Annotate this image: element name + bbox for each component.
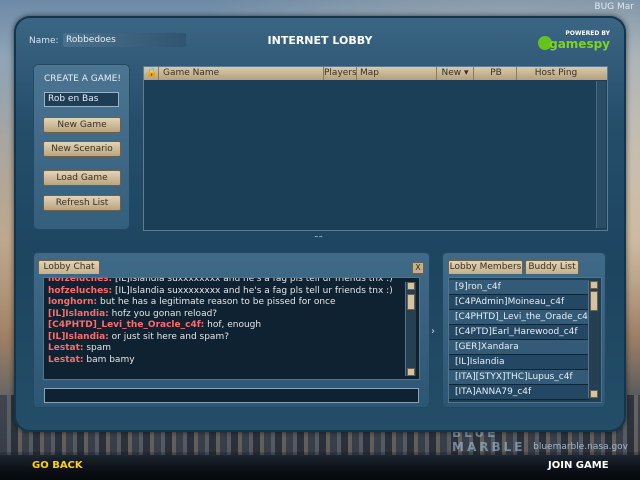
chat-message: longhorn: but he has a legitimate reason…: [48, 297, 336, 307]
lock-icon[interactable]: 🔒: [146, 67, 159, 80]
chat-nick: Lestat:: [48, 354, 84, 365]
join-game-button[interactable]: JOIN GAME: [548, 460, 609, 471]
load-game-button[interactable]: Load Game: [43, 170, 121, 186]
watermark: bluemarble.nasa.gov: [533, 442, 628, 452]
chat-log: hofzeluches: [IL]Islandia suxxxxxxxx and…: [43, 277, 420, 380]
member-item[interactable]: [C4PAdmin]Moineau_c4f: [449, 295, 589, 310]
member-item[interactable]: [C4PTD]Earl_Harewood_c4f: [449, 325, 589, 340]
scroll-thumb[interactable]: [407, 294, 415, 310]
tab-buddy-list[interactable]: Buddy List: [525, 260, 579, 274]
tab-lobby-members[interactable]: Lobby Members: [448, 260, 523, 274]
chat-text: hofz you gonan reload?: [111, 308, 218, 319]
col-game-name[interactable]: Game Name: [160, 67, 324, 80]
chat-text: [IL]Islandia suxxxxxxxx and he's a fag p…: [115, 277, 393, 284]
member-item[interactable]: [ITA]ANNA79_c4f: [449, 385, 589, 400]
col-host-ping[interactable]: Host Ping: [518, 67, 594, 80]
scroll-thumb[interactable]: [590, 291, 598, 311]
games-table-header: 🔒 Game Name Players Map New ▾ PB Host Pi…: [144, 67, 607, 80]
member-item[interactable]: [GER]Xandara: [449, 340, 589, 355]
games-scrollbar[interactable]: [596, 81, 606, 228]
chat-scrollbar[interactable]: [405, 282, 416, 376]
scroll-down-icon[interactable]: [407, 368, 415, 376]
chat-message: hofzeluches: [IL]Islandia suxxxxxxxx and…: [48, 286, 393, 296]
chat-nick: [IL]Islandia:: [48, 331, 109, 342]
chat-message: [C4PHTD]_Levi_the_Oracle_c4f: hof, enoug…: [48, 320, 261, 330]
member-item[interactable]: [9]ron_c4f: [449, 280, 589, 295]
close-icon[interactable]: X: [412, 262, 424, 274]
col-map[interactable]: Map: [357, 67, 437, 80]
chat-nick: longhorn:: [48, 297, 98, 307]
chat-text: or just sit here and spam?: [111, 331, 229, 342]
chat-text: bam bamy: [86, 354, 135, 365]
collapse-handle-icon[interactable]: ˜˜: [314, 236, 323, 246]
gamespy-powered: POWERED BY: [565, 30, 610, 37]
chat-message: Lestat: spam: [48, 343, 111, 353]
scroll-down-icon[interactable]: [590, 390, 598, 398]
chat-text: hof, enough: [207, 320, 262, 330]
chat-nick: [C4PHTD]_Levi_the_Oracle_c4f:: [48, 320, 205, 330]
tab-lobby-chat[interactable]: Lobby Chat: [38, 260, 100, 274]
go-back-button[interactable]: GO BACK: [32, 460, 83, 471]
new-scenario-button[interactable]: New Scenario: [43, 141, 121, 157]
col-players[interactable]: Players: [324, 67, 357, 80]
create-game-title: CREATE A GAME!: [44, 74, 121, 84]
chat-nick: hofzeluches:: [48, 277, 113, 284]
col-new-label: New: [441, 68, 462, 78]
member-item[interactable]: [ITA][STYX]THC]Lupus_c4f: [449, 370, 589, 385]
member-item[interactable]: [IL]Islandia: [449, 355, 589, 370]
version-tag: BUG Mar: [594, 2, 634, 12]
col-pb[interactable]: PB: [476, 67, 517, 80]
member-item[interactable]: [C4PHTD]_Levi_the_Orade_c4f: [449, 310, 591, 325]
footer-bar: [0, 452, 640, 480]
chat-text: but he has a legitimate reason to be pis…: [100, 297, 336, 307]
refresh-list-button[interactable]: Refresh List: [43, 195, 121, 211]
chat-message: hofzeluches: [IL]Islandia suxxxxxxxx and…: [48, 277, 393, 284]
scroll-up-icon[interactable]: [590, 281, 598, 289]
gamespy-wordmark: gamespy: [549, 37, 610, 51]
chat-text: spam: [86, 343, 112, 353]
chat-message: Lestat: bam bamy: [48, 355, 135, 365]
members-scrollbar[interactable]: [588, 281, 599, 398]
chat-nick: hofzeluches:: [48, 285, 113, 296]
games-table: 🔒 Game Name Players Map New ▾ PB Host Pi…: [143, 66, 608, 231]
gamespy-logo: POWERED BY gamespy: [538, 30, 610, 51]
chat-nick: Lestat:: [48, 343, 84, 353]
chat-message: [IL]Islandia: hofz you gonan reload?: [48, 309, 217, 319]
members-list: [9]ron_c4f [C4PAdmin]Moineau_c4f [C4PHTD]_…: [448, 277, 602, 403]
chat-input[interactable]: [44, 388, 419, 403]
chat-nick: [IL]Islandia:: [48, 308, 109, 319]
splitter-handle-icon[interactable]: ›: [431, 326, 435, 337]
chat-message: [IL]Islandia: or just sit here and spam?: [48, 332, 229, 342]
scroll-up-icon[interactable]: [407, 282, 415, 290]
game-name-input[interactable]: Rob en Bas: [44, 92, 119, 107]
chat-text: [IL]Islandia suxxxxxxxx and he's a fag p…: [115, 285, 393, 296]
col-new[interactable]: New ▾: [437, 67, 474, 80]
chevron-down-icon: ▾: [463, 68, 469, 78]
new-game-button[interactable]: New Game: [43, 117, 121, 133]
